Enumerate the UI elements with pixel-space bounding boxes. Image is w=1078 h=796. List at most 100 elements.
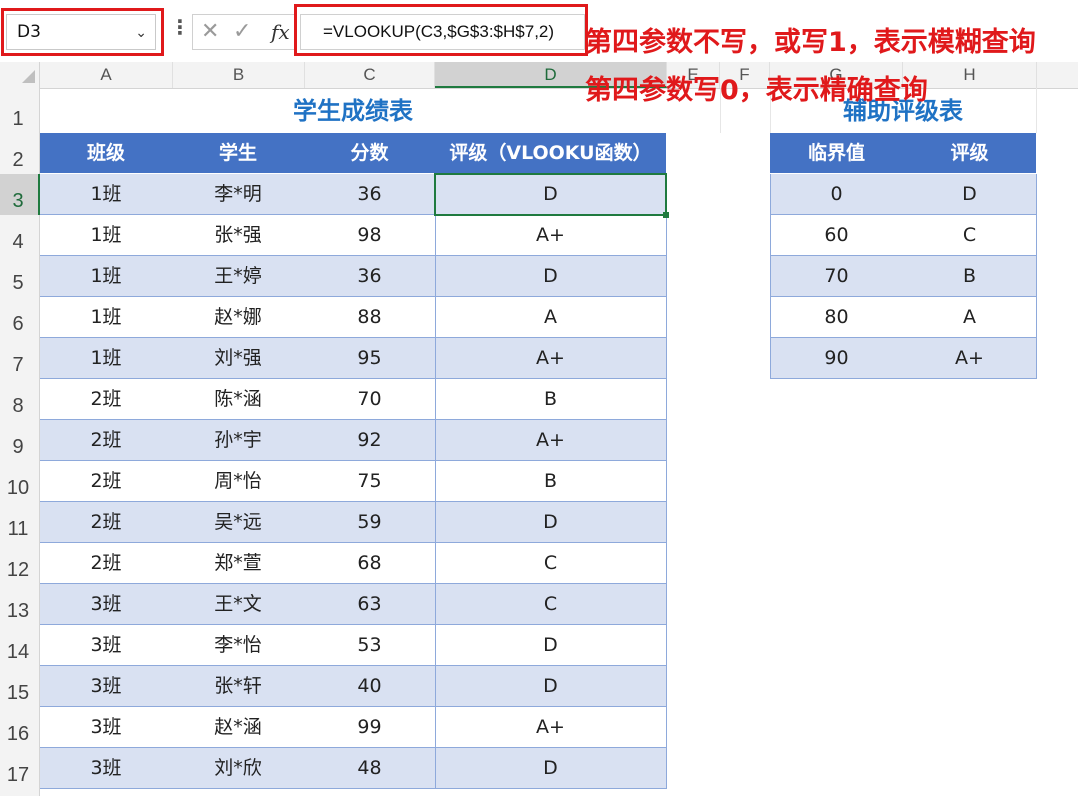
student-cell[interactable]: 赵*娜 [172, 297, 304, 337]
class-cell[interactable]: 1班 [40, 338, 172, 378]
student-cell[interactable]: 李*明 [172, 174, 304, 214]
score-cell[interactable]: 75 [304, 461, 435, 501]
class-cell[interactable]: 3班 [40, 748, 172, 788]
score-cell[interactable]: 53 [304, 625, 435, 665]
row-header-3[interactable]: 3 [0, 174, 40, 215]
row-header-6[interactable]: 6 [0, 297, 40, 338]
score-cell[interactable]: 99 [304, 707, 435, 747]
row-header-15[interactable]: 15 [0, 666, 40, 707]
threshold-cell[interactable]: 60 [770, 215, 903, 255]
grade-cell[interactable]: A+ [435, 707, 666, 747]
class-cell[interactable]: 1班 [40, 297, 172, 337]
active-cell-selection[interactable] [434, 173, 667, 216]
name-box[interactable]: D3 ⌄ [6, 14, 156, 50]
check-icon[interactable]: ✓ [233, 19, 251, 44]
row-header-9[interactable]: 9 [0, 420, 40, 461]
class-cell[interactable]: 1班 [40, 174, 172, 214]
threshold-cell[interactable]: 0 [770, 174, 903, 214]
class-cell[interactable]: 3班 [40, 666, 172, 706]
more-options-icon[interactable]: ⋮ [170, 15, 190, 39]
class-cell[interactable]: 2班 [40, 461, 172, 501]
header-student[interactable]: 学生 [172, 133, 304, 173]
score-cell[interactable]: 70 [304, 379, 435, 419]
cancel-icon[interactable]: ✕ [201, 19, 219, 44]
level-cell[interactable]: A [903, 297, 1036, 337]
header-grade[interactable]: 评级（VLOOKU函数） [435, 133, 666, 173]
grade-cell[interactable]: A+ [435, 420, 666, 460]
score-cell[interactable]: 92 [304, 420, 435, 460]
row-header-8[interactable]: 8 [0, 379, 40, 420]
student-cell[interactable]: 张*强 [172, 215, 304, 255]
chevron-down-icon[interactable]: ⌄ [135, 25, 147, 41]
student-cell[interactable]: 王*文 [172, 584, 304, 624]
insert-function-button[interactable]: fx [271, 20, 290, 44]
student-cell[interactable]: 吴*远 [172, 502, 304, 542]
header-threshold[interactable]: 临界值 [770, 133, 903, 173]
class-cell[interactable]: 1班 [40, 215, 172, 255]
class-cell[interactable]: 2班 [40, 420, 172, 460]
class-cell[interactable]: 2班 [40, 543, 172, 583]
level-cell[interactable]: A+ [903, 338, 1036, 378]
student-cell[interactable]: 孙*宇 [172, 420, 304, 460]
level-cell[interactable]: C [903, 215, 1036, 255]
score-cell[interactable]: 36 [304, 174, 435, 214]
grade-cell[interactable]: C [435, 543, 666, 583]
row-header-12[interactable]: 12 [0, 543, 40, 584]
level-cell[interactable]: B [903, 256, 1036, 296]
grade-cell[interactable]: A+ [435, 215, 666, 255]
class-cell[interactable]: 3班 [40, 707, 172, 747]
column-header-a[interactable]: A [40, 62, 173, 88]
score-cell[interactable]: 63 [304, 584, 435, 624]
student-cell[interactable]: 陈*涵 [172, 379, 304, 419]
grade-cell[interactable]: A+ [435, 338, 666, 378]
row-header-5[interactable]: 5 [0, 256, 40, 297]
class-cell[interactable]: 2班 [40, 502, 172, 542]
grade-cell[interactable]: A [435, 297, 666, 337]
column-header-c[interactable]: C [305, 62, 435, 88]
row-header-17[interactable]: 17 [0, 748, 40, 789]
grade-cell[interactable]: B [435, 379, 666, 419]
row-header-10[interactable]: 10 [0, 461, 40, 502]
header-class[interactable]: 班级 [40, 133, 172, 173]
student-cell[interactable]: 刘*强 [172, 338, 304, 378]
threshold-cell[interactable]: 90 [770, 338, 903, 378]
row-header-14[interactable]: 14 [0, 625, 40, 666]
score-cell[interactable]: 40 [304, 666, 435, 706]
grade-cell[interactable]: D [435, 748, 666, 788]
row-header-7[interactable]: 7 [0, 338, 40, 379]
student-cell[interactable]: 郑*萱 [172, 543, 304, 583]
grade-cell[interactable]: D [435, 625, 666, 665]
score-cell[interactable]: 48 [304, 748, 435, 788]
grade-cell[interactable]: B [435, 461, 666, 501]
row-header-2[interactable]: 2 [0, 133, 40, 174]
score-cell[interactable]: 36 [304, 256, 435, 296]
row-header-13[interactable]: 13 [0, 584, 40, 625]
score-cell[interactable]: 88 [304, 297, 435, 337]
threshold-cell[interactable]: 70 [770, 256, 903, 296]
header-level[interactable]: 评级 [903, 133, 1036, 173]
grade-cell[interactable]: D [435, 502, 666, 542]
student-cell[interactable]: 赵*涵 [172, 707, 304, 747]
fill-handle[interactable] [663, 212, 669, 218]
grade-cell[interactable]: C [435, 584, 666, 624]
row-header-11[interactable]: 11 [0, 502, 40, 543]
score-cell[interactable]: 95 [304, 338, 435, 378]
level-cell[interactable]: D [903, 174, 1036, 214]
student-cell[interactable]: 周*怡 [172, 461, 304, 501]
score-cell[interactable]: 98 [304, 215, 435, 255]
grade-cell[interactable]: D [435, 666, 666, 706]
header-score[interactable]: 分数 [304, 133, 435, 173]
class-cell[interactable]: 3班 [40, 584, 172, 624]
student-cell[interactable]: 李*怡 [172, 625, 304, 665]
class-cell[interactable]: 3班 [40, 625, 172, 665]
score-cell[interactable]: 59 [304, 502, 435, 542]
class-cell[interactable]: 1班 [40, 256, 172, 296]
student-cell[interactable]: 张*轩 [172, 666, 304, 706]
column-header-b[interactable]: B [173, 62, 305, 88]
formula-input[interactable]: =VLOOKUP(C3,$G$3:$H$7,2) [300, 14, 585, 50]
row-header-4[interactable]: 4 [0, 215, 40, 256]
threshold-cell[interactable]: 80 [770, 297, 903, 337]
row-header-16[interactable]: 16 [0, 707, 40, 748]
score-cell[interactable]: 68 [304, 543, 435, 583]
class-cell[interactable]: 2班 [40, 379, 172, 419]
